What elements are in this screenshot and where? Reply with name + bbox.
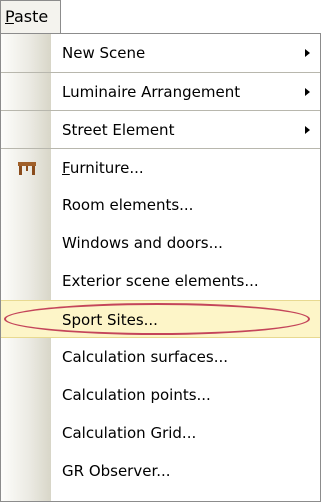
menu-item-label: Street Element [62, 121, 175, 139]
menu-item-exterior-scene-elements[interactable]: Exterior scene elements... [1, 262, 320, 300]
menu-item-label: Furniture... [62, 149, 144, 187]
menu-item-label: Windows and doors... [62, 234, 223, 252]
menu-item-label: Calculation Grid... [62, 424, 197, 442]
submenu-arrow-icon [305, 49, 310, 57]
menu-item-label: Calculation surfaces... [62, 348, 229, 366]
menu-item-calculation-points[interactable]: Calculation points... [1, 376, 320, 414]
menu-item-label: Luminaire Arrangement [62, 83, 241, 101]
menu-tab-paste-mnemonic: P [5, 7, 14, 26]
menu-item-calculation-grid[interactable]: Calculation Grid... [1, 414, 320, 452]
menu-item-sport-sites[interactable]: Sport Sites... [1, 300, 320, 338]
menu-item-label: GR Observer... [62, 462, 171, 480]
submenu-arrow-icon [305, 126, 310, 134]
menu-item-label-rest: urniture... [69, 159, 144, 177]
furniture-table-icon [18, 162, 36, 175]
menu-item-gr-observer[interactable]: GR Observer... [1, 452, 320, 490]
paste-dropdown-menu: New Scene Luminaire Arrangement Street E… [0, 33, 321, 502]
menu-item-label: Room elements... [62, 196, 194, 214]
menu-item-furniture[interactable]: Furniture... [1, 148, 320, 186]
menu-tab-paste[interactable]: Paste [0, 0, 61, 34]
menu-item-mnemonic: F [62, 159, 70, 177]
menu-item-calculation-surfaces[interactable]: Calculation surfaces... [1, 338, 320, 376]
menu-item-label: Sport Sites... [62, 311, 158, 329]
paste-menu-screenshot: Paste New Scene Luminaire Arrangement St… [0, 0, 321, 502]
menu-item-room-elements[interactable]: Room elements... [1, 186, 320, 224]
menu-item-windows-and-doors[interactable]: Windows and doors... [1, 224, 320, 262]
menu-item-new-scene[interactable]: New Scene [1, 34, 320, 72]
menu-item-label: Calculation points... [62, 386, 211, 404]
menu-item-street-element[interactable]: Street Element [1, 110, 320, 148]
menu-items: New Scene Luminaire Arrangement Street E… [1, 34, 320, 490]
menu-item-label: Exterior scene elements... [62, 272, 259, 290]
menu-tab-paste-label: aste [13, 7, 49, 26]
menu-item-luminaire-arrangement[interactable]: Luminaire Arrangement [1, 72, 320, 110]
submenu-arrow-icon [305, 88, 310, 96]
menu-item-label: New Scene [62, 44, 146, 62]
